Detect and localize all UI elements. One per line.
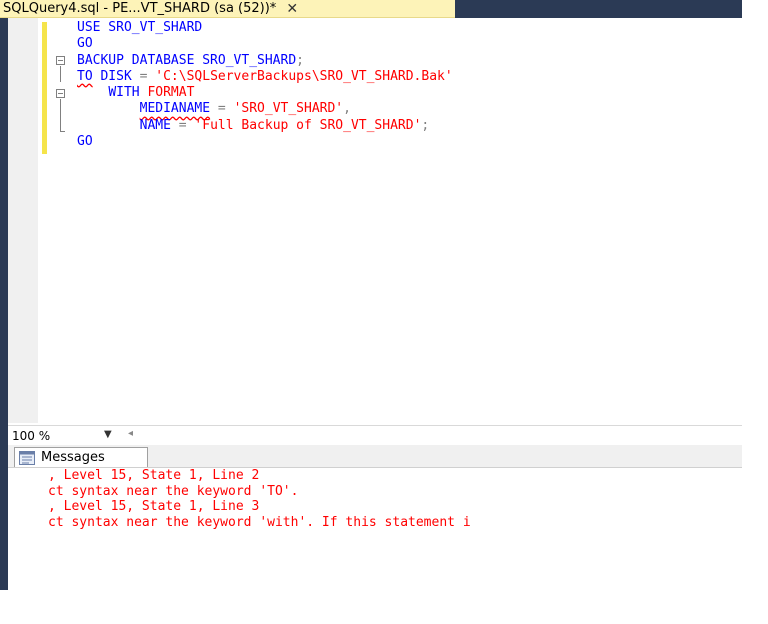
code-line: GO bbox=[77, 134, 453, 150]
code-line: MEDIANAME = 'SRO_VT_SHARD', bbox=[77, 101, 453, 117]
tab-messages-label: Messages bbox=[41, 450, 105, 465]
query-editor[interactable]: USE SRO_VT_SHARD GO BACKUP DATABASE SRO_VT… bbox=[8, 18, 742, 423]
query-tab-title: SQLQuery4.sql - PE...VT_SHARD (sa (52))* bbox=[3, 1, 277, 16]
tab-messages[interactable]: Messages bbox=[14, 447, 148, 467]
code-token: DISK bbox=[92, 68, 132, 84]
collapse-icon[interactable] bbox=[56, 89, 65, 98]
error-message-line: ct syntax near the keyword 'with'. If th… bbox=[48, 514, 471, 530]
code-token: USE bbox=[77, 20, 101, 35]
code-token: FORMAT bbox=[139, 85, 195, 101]
code-token: 'C:\SQLServerBackups\SRO_VT_SHARD.Bak' bbox=[155, 68, 453, 84]
code-token: GO bbox=[77, 134, 93, 150]
code-line: WITH FORMAT bbox=[77, 85, 453, 101]
outline-line bbox=[60, 66, 61, 82]
outline-end bbox=[60, 131, 65, 132]
message-lines: , Level 15, State 1, Line 2 ct syntax nea… bbox=[48, 468, 471, 530]
code-token: WITH bbox=[108, 85, 140, 101]
outline-line bbox=[60, 99, 61, 131]
code-line: NAME = 'Full Backup of SRO_VT_SHARD'; bbox=[77, 118, 453, 134]
messages-pane[interactable]: , Level 15, State 1, Line 2 ct syntax nea… bbox=[8, 467, 742, 591]
code-token: 'SRO_VT_SHARD' bbox=[233, 101, 344, 117]
messages-icon bbox=[19, 450, 35, 465]
code-token: ; bbox=[296, 52, 304, 68]
code-token: NAME bbox=[139, 117, 171, 133]
code-token: , bbox=[343, 101, 351, 117]
code-line: BACKUP DATABASE SRO_VT_SHARD; bbox=[77, 53, 453, 69]
close-icon[interactable]: ✕ bbox=[286, 1, 298, 17]
code-token: GO bbox=[77, 36, 93, 52]
code-token: SRO_VT_SHARD bbox=[100, 20, 203, 35]
code-token: = bbox=[131, 68, 156, 84]
code-token: = bbox=[170, 117, 195, 133]
error-message-line: ct syntax near the keyword 'TO'. bbox=[48, 483, 299, 499]
code-token: TO bbox=[77, 68, 93, 84]
zoom-select[interactable]: 100 % bbox=[8, 427, 118, 444]
window-frame-top bbox=[455, 0, 742, 18]
editor-zoom-bar: 100 % ▼ ◂ bbox=[8, 425, 742, 446]
editor-margin bbox=[8, 18, 38, 423]
code-line: USE SRO_VT_SHARD bbox=[77, 20, 453, 36]
zoom-value: 100 % bbox=[12, 428, 51, 443]
error-message-line: , Level 15, State 1, Line 2 bbox=[48, 468, 260, 483]
code-line: TO DISK = 'C:\SQLServerBackups\SRO_VT_SH… bbox=[77, 69, 453, 85]
query-tab[interactable]: SQLQuery4.sql - PE...VT_SHARD (sa (52))*… bbox=[0, 0, 455, 18]
change-indicator-bar bbox=[42, 22, 47, 154]
sql-code[interactable]: USE SRO_VT_SHARD GO BACKUP DATABASE SRO_VT… bbox=[77, 20, 453, 150]
code-token: ; bbox=[421, 117, 430, 133]
error-message-line: , Level 15, State 1, Line 3 bbox=[48, 499, 260, 514]
code-token: BACKUP DATABASE bbox=[77, 52, 195, 68]
window-frame-left bbox=[0, 0, 8, 590]
scroll-left-icon[interactable]: ◂ bbox=[128, 428, 133, 439]
code-token: SRO_VT_SHARD bbox=[194, 52, 297, 68]
code-token: = bbox=[210, 101, 234, 117]
code-token: MEDIANAME bbox=[139, 101, 211, 117]
code-line: GO bbox=[77, 36, 453, 52]
code-token: 'Full Backup of SRO_VT_SHARD' bbox=[194, 117, 422, 133]
collapse-icon[interactable] bbox=[56, 56, 65, 65]
chevron-down-icon[interactable]: ▼ bbox=[104, 429, 112, 440]
